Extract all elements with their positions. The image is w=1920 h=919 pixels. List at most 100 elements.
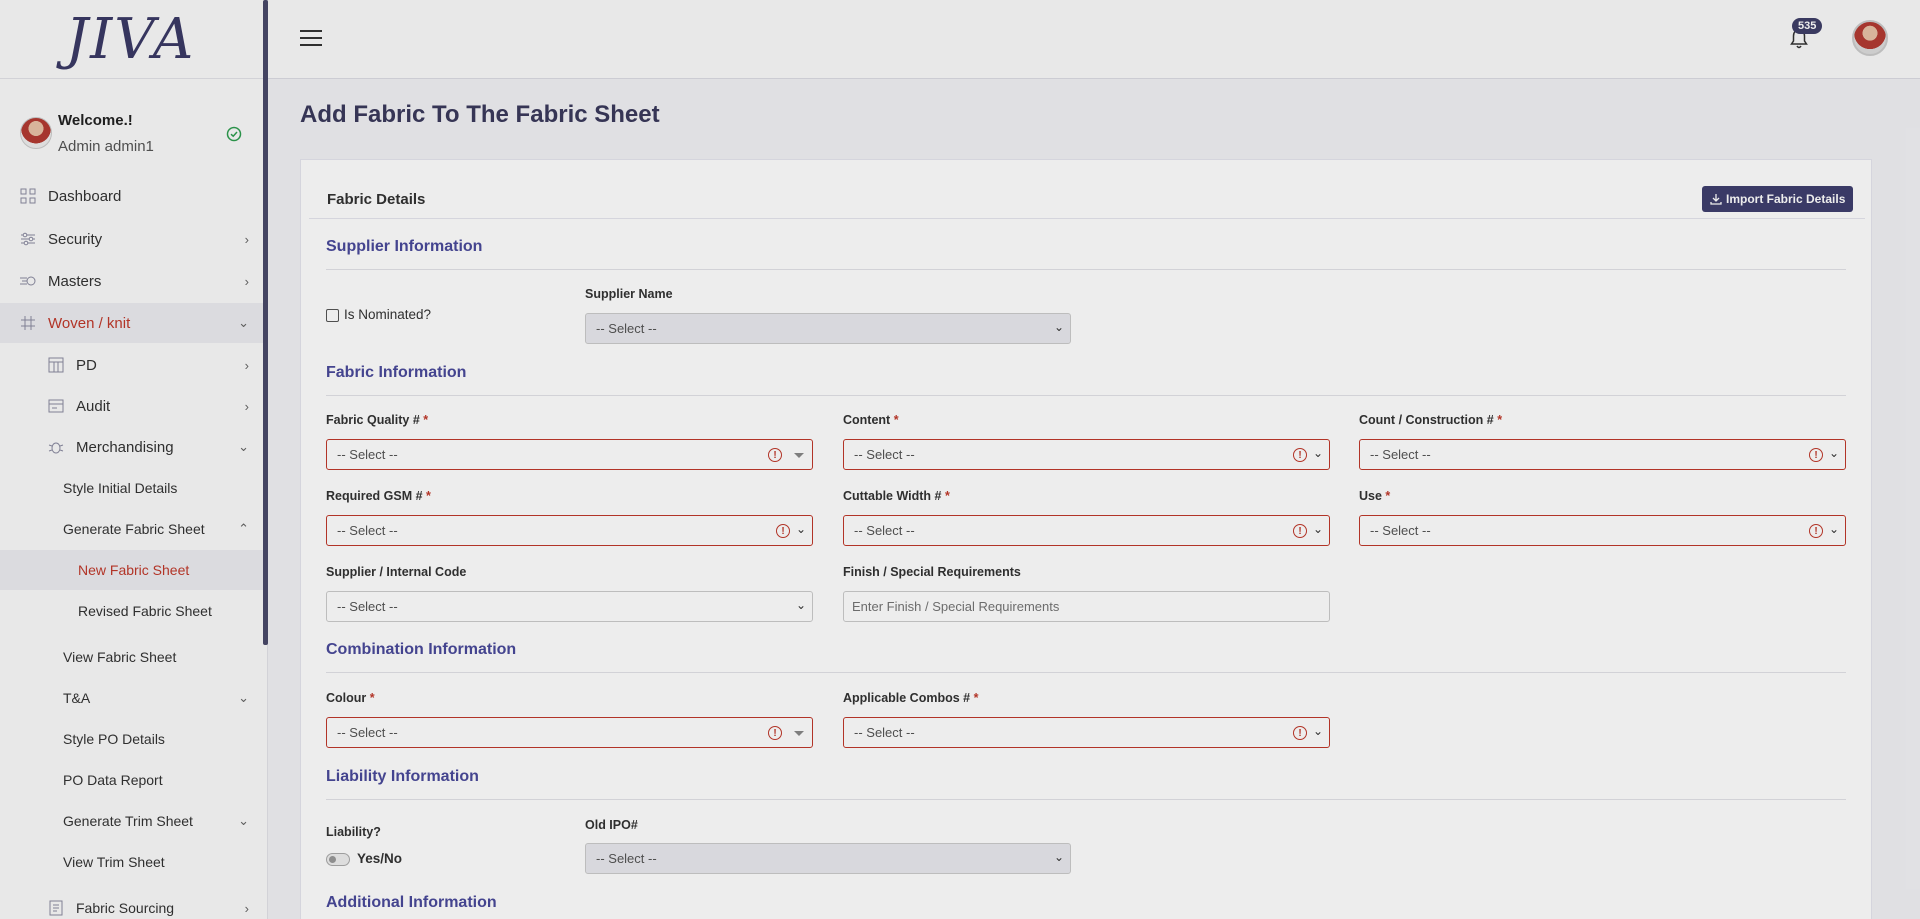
content-select[interactable]: -- Select -- ! ⌄: [843, 439, 1330, 470]
finish-requirements-input[interactable]: [843, 591, 1330, 622]
select-value: -- Select --: [854, 725, 915, 740]
select-value: -- Select --: [337, 523, 398, 538]
sidebar-item-label: View Trim Sheet: [63, 854, 165, 870]
colour-label: Colour *: [326, 691, 375, 705]
applicable-combos-select[interactable]: -- Select -- ! ⌄: [843, 717, 1330, 748]
import-button-label: Import Fabric Details: [1726, 192, 1846, 206]
chevron-down-icon: ⌄: [1053, 850, 1064, 864]
sidebar-item-fabric-sourcing[interactable]: Fabric Sourcing ›: [0, 888, 263, 919]
section-liability-information: Liability Information: [326, 768, 479, 785]
select-value: -- Select --: [1370, 447, 1431, 462]
section-fabric-information: Fabric Information: [326, 364, 467, 381]
card-header: Fabric Details Import Fabric Details: [309, 168, 1865, 219]
sidebar-item-po-data-report[interactable]: PO Data Report: [0, 760, 263, 800]
sidebar-item-label: Masters: [48, 272, 102, 290]
sidebar-item-label: Generate Trim Sheet: [63, 813, 193, 829]
chevron-down-icon: ⌄: [238, 813, 249, 828]
sidebar-item-label: Style PO Details: [63, 731, 165, 747]
is-nominated-label: Is Nominated?: [344, 307, 432, 322]
error-icon: !: [768, 726, 782, 740]
error-icon: !: [1293, 524, 1307, 538]
is-nominated-checkbox[interactable]: [326, 309, 339, 322]
chevron-down-icon: ⌄: [1828, 446, 1839, 460]
sidebar-item-label: PO Data Report: [63, 772, 163, 788]
select-value: -- Select --: [854, 447, 915, 462]
sidebar-item-label: Audit: [76, 397, 111, 415]
sidebar-item-security[interactable]: Security ›: [0, 219, 263, 259]
error-icon: !: [1809, 448, 1823, 462]
notification-badge: 535: [1792, 18, 1823, 34]
sidebar: JIVA Welcome.! Admin admin1 Dashboard Se…: [0, 0, 268, 919]
error-icon: !: [1809, 524, 1823, 538]
sidebar-item-audit[interactable]: Audit ›: [0, 386, 263, 426]
required-gsm-select[interactable]: -- Select -- ! ⌄: [326, 515, 813, 546]
sidebar-item-style-initial-details[interactable]: Style Initial Details: [0, 468, 263, 508]
avatar: [20, 117, 52, 149]
chevron-down-icon: ⌄: [238, 315, 249, 330]
sidebar-item-woven-knit[interactable]: Woven / knit ⌄: [0, 303, 263, 343]
select-value: -- Select --: [337, 447, 398, 462]
import-fabric-details-button[interactable]: Import Fabric Details: [1702, 186, 1854, 212]
supplier-name-select[interactable]: -- Select -- ⌄: [585, 313, 1071, 344]
sidebar-item-style-po-details[interactable]: Style PO Details: [0, 719, 263, 759]
divider: [326, 799, 1846, 800]
caret-down-icon: [794, 453, 804, 458]
error-icon: !: [1293, 448, 1307, 462]
select-value: -- Select --: [1370, 523, 1431, 538]
fabric-quality-label: Fabric Quality # *: [326, 413, 429, 427]
sidebar-item-pd[interactable]: PD ›: [0, 345, 263, 385]
hamburger-menu-icon[interactable]: [300, 30, 322, 51]
use-select[interactable]: -- Select -- ! ⌄: [1359, 515, 1846, 546]
sidebar-item-label: Fabric Sourcing: [76, 900, 175, 916]
sidebar-item-label: Generate Fabric Sheet: [63, 521, 205, 537]
logo[interactable]: JIVA: [0, 0, 267, 79]
card-icon: [46, 398, 66, 414]
old-ipo-select[interactable]: -- Select -- ⌄: [585, 843, 1071, 874]
supplier-internal-code-label: Supplier / Internal Code: [326, 565, 467, 579]
select-value: -- Select --: [337, 599, 398, 614]
select-value: -- Select --: [337, 725, 398, 740]
sidebar-item-view-trim-sheet[interactable]: View Trim Sheet: [0, 842, 263, 882]
user-name: Admin admin1: [58, 138, 154, 155]
sidebar-item-label: Security: [48, 230, 103, 248]
cuttable-width-select[interactable]: -- Select -- ! ⌄: [843, 515, 1330, 546]
sidebar-scrollbar[interactable]: [263, 0, 268, 645]
welcome-text: Welcome.!: [58, 112, 133, 129]
logo-text: JIVA: [65, 6, 196, 72]
sidebar-item-new-fabric-sheet[interactable]: New Fabric Sheet: [0, 550, 263, 590]
fabric-quality-select[interactable]: -- Select -- !: [326, 439, 813, 470]
chevron-down-icon: ⌄: [1312, 446, 1323, 460]
sidebar-item-generate-trim-sheet[interactable]: Generate Trim Sheet ⌄: [0, 801, 263, 841]
online-check-icon: [226, 126, 242, 142]
sidebar-item-label: PD: [76, 356, 97, 374]
chevron-down-icon: ⌄: [1828, 522, 1839, 536]
user-avatar[interactable]: [1852, 20, 1888, 56]
chevron-down-icon: ⌄: [238, 690, 249, 705]
chevron-right-icon: ›: [244, 900, 249, 916]
divider: [326, 395, 1846, 396]
hash-icon: [18, 315, 38, 331]
sidebar-item-generate-fabric-sheet[interactable]: Generate Fabric Sheet ⌃: [0, 509, 263, 549]
colour-select[interactable]: -- Select -- !: [326, 717, 813, 748]
chevron-down-icon: ⌄: [1312, 724, 1323, 738]
sidebar-item-t-and-a[interactable]: T&A ⌄: [0, 678, 263, 718]
sidebar-item-label: Style Initial Details: [63, 480, 178, 496]
count-construction-select[interactable]: -- Select -- ! ⌄: [1359, 439, 1846, 470]
supplier-internal-code-select[interactable]: -- Select -- ⌄: [326, 591, 813, 622]
sidebar-item-merchandising[interactable]: Merchandising ⌄: [0, 427, 263, 467]
sidebar-item-view-fabric-sheet[interactable]: View Fabric Sheet: [0, 637, 263, 677]
sidebar-item-dashboard[interactable]: Dashboard: [0, 176, 263, 216]
select-value: -- Select --: [596, 321, 657, 336]
sidebar-item-label: T&A: [63, 690, 91, 706]
sidebar-item-label: View Fabric Sheet: [63, 649, 177, 665]
liability-label: Liability?: [326, 825, 381, 839]
download-icon: [1710, 194, 1722, 205]
liability-toggle-label: Yes/No: [357, 851, 403, 866]
sidebar-item-masters[interactable]: Masters ›: [0, 261, 263, 301]
caret-down-icon: [794, 731, 804, 736]
sidebar-item-revised-fabric-sheet[interactable]: Revised Fabric Sheet: [0, 591, 263, 631]
liability-toggle[interactable]: [326, 853, 350, 866]
sliders-icon: [18, 231, 38, 247]
supplier-name-label: Supplier Name: [585, 287, 673, 301]
chevron-right-icon: ›: [244, 273, 249, 289]
